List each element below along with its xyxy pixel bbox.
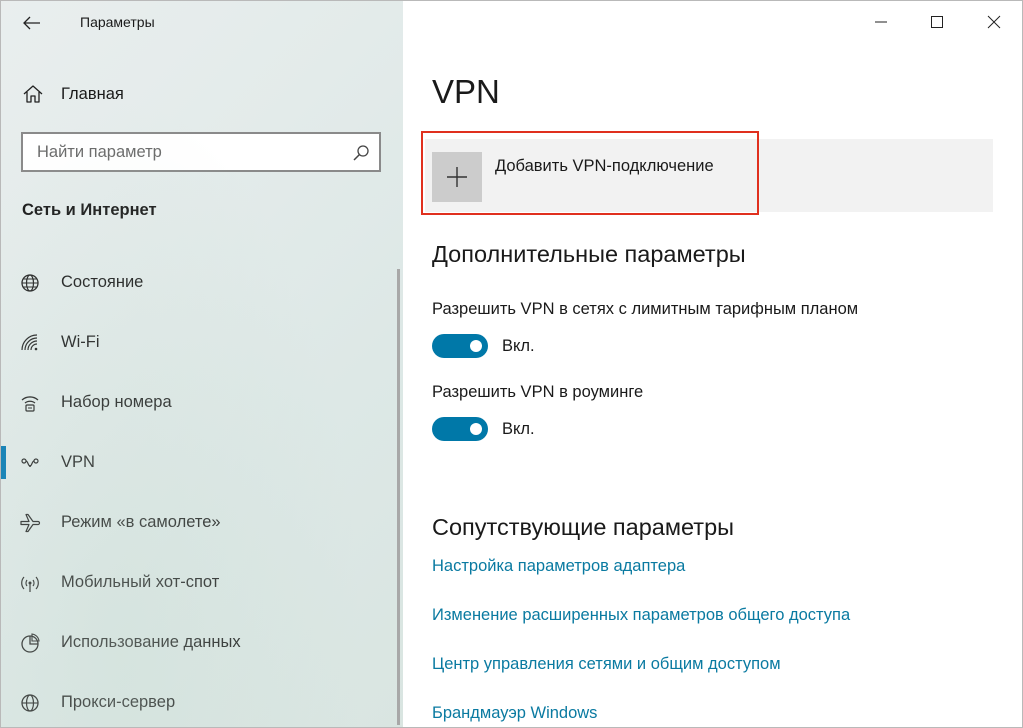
sidebar-item-label: Состояние (61, 273, 144, 291)
home-icon (23, 85, 43, 103)
minimize-icon (875, 21, 887, 23)
section-title: Сеть и Интернет (22, 201, 157, 219)
hotspot-icon (21, 576, 39, 592)
sidebar-item-hotspot[interactable]: Мобильный хот-спот (1, 553, 403, 613)
sidebar-item-vpn[interactable]: VPN (1, 433, 403, 493)
metered-setting-label: Разрешить VPN в сетях с лимитным тарифны… (432, 300, 859, 318)
roaming-setting-label: Разрешить VPN в роуминге (432, 383, 644, 401)
sidebar-item-label: VPN (61, 453, 95, 471)
home-label: Главная (61, 85, 124, 103)
search-input[interactable] (23, 134, 343, 170)
wifi-icon (21, 334, 38, 351)
sidebar-item-label: Режим «в самолете» (61, 513, 221, 531)
sidebar-item-dialup[interactable]: Набор номера (1, 373, 403, 433)
add-vpn-button[interactable]: Добавить VPN-подключение (421, 131, 759, 215)
sidebar-item-status[interactable]: Состояние (1, 253, 403, 313)
close-icon (987, 15, 1001, 29)
maximize-icon (931, 16, 943, 28)
search-box (21, 132, 381, 172)
toggle-knob (470, 423, 482, 435)
settings-window: Параметры Главная Сеть и Интернет (0, 0, 1023, 728)
sidebar-item-data-usage[interactable]: Использование данных (1, 613, 403, 673)
sidebar-item-label: Прокси-сервер (61, 693, 176, 711)
firewall-link[interactable]: Брандмауэр Windows (432, 704, 597, 723)
plus-icon (447, 167, 467, 187)
back-button[interactable] (15, 9, 49, 37)
metered-toggle-state: Вкл. (502, 337, 535, 355)
roaming-toggle[interactable] (432, 417, 488, 441)
back-arrow-icon (23, 16, 40, 30)
sidebar: Параметры Главная Сеть и Интернет (1, 1, 403, 727)
sidebar-item-airplane[interactable]: Режим «в самолете» (1, 493, 403, 553)
metered-toggle[interactable] (432, 334, 488, 358)
sidebar-item-label: Использование данных (61, 633, 241, 651)
globe-icon (21, 274, 39, 292)
close-button[interactable] (971, 1, 1017, 43)
minimize-button[interactable] (858, 1, 904, 43)
search-icon[interactable] (351, 143, 371, 163)
app-title: Параметры (80, 14, 155, 30)
vpn-icon (21, 458, 39, 467)
proxy-globe-icon (21, 694, 39, 712)
sidebar-item-proxy[interactable]: Прокси-сервер (1, 673, 403, 727)
plus-icon-box (432, 152, 482, 202)
toggle-knob (470, 340, 482, 352)
advanced-heading: Дополнительные параметры (432, 241, 746, 267)
page-title: VPN (432, 73, 500, 110)
adapter-settings-link[interactable]: Настройка параметров адаптера (432, 557, 685, 576)
sharing-options-link[interactable]: Изменение расширенных параметров общего … (432, 606, 850, 625)
sidebar-item-wifi[interactable]: Wi-Fi (1, 313, 403, 373)
maximize-button[interactable] (914, 1, 960, 43)
add-vpn-label: Добавить VPN-подключение (495, 157, 714, 175)
network-center-link[interactable]: Центр управления сетями и общим доступом (432, 655, 781, 674)
sidebar-item-label: Wi-Fi (61, 333, 100, 351)
main-content: VPN Дополнительные параметры Разрешить V… (403, 1, 1022, 727)
sidebar-item-label: Мобильный хот-спот (61, 573, 220, 591)
airplane-icon (20, 513, 41, 533)
related-heading: Сопутствующие параметры (432, 514, 735, 540)
home-nav-item[interactable]: Главная (1, 73, 403, 115)
roaming-toggle-state: Вкл. (502, 420, 535, 438)
sidebar-nav: Состояние Wi-Fi Набор номера VPN Режим «… (1, 253, 403, 727)
data-usage-icon (21, 633, 40, 653)
dialup-icon (21, 396, 39, 412)
sidebar-scrollbar[interactable] (397, 269, 400, 725)
sidebar-item-label: Набор номера (61, 393, 172, 411)
